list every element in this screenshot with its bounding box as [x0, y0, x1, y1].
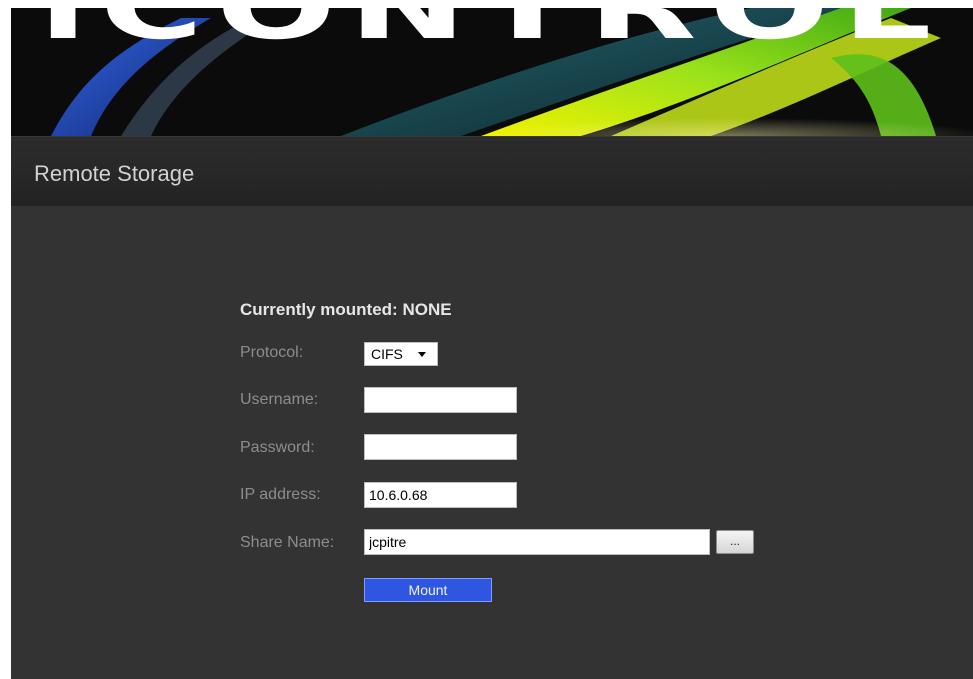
username-field[interactable]: [364, 387, 517, 413]
ip-address-field[interactable]: [364, 482, 517, 508]
app-window: iCONTROL Remote Storage Currently mounte…: [11, 8, 973, 679]
brand-logo-text: iCONTROL: [39, 8, 944, 59]
protocol-label: Protocol:: [240, 344, 304, 361]
password-field[interactable]: [364, 434, 517, 460]
chevron-down-icon: [418, 352, 426, 357]
remote-storage-form: Currently mounted: NONE Protocol: CIFS U…: [11, 206, 973, 679]
ip-address-label: IP address:: [240, 486, 321, 503]
protocol-selected-value: CIFS: [371, 346, 403, 362]
page-header: Remote Storage: [11, 136, 973, 207]
browse-button[interactable]: ...: [716, 530, 754, 554]
page-title: Remote Storage: [34, 161, 195, 186]
password-label: Password:: [240, 439, 315, 456]
protocol-select[interactable]: CIFS: [364, 342, 438, 366]
brand-banner: iCONTROL: [11, 8, 973, 136]
share-name-field[interactable]: [364, 529, 710, 555]
username-label: Username:: [240, 391, 319, 408]
mount-button[interactable]: Mount: [364, 578, 492, 602]
mount-status-text: Currently mounted: NONE: [240, 300, 452, 319]
share-name-label: Share Name:: [240, 534, 335, 551]
